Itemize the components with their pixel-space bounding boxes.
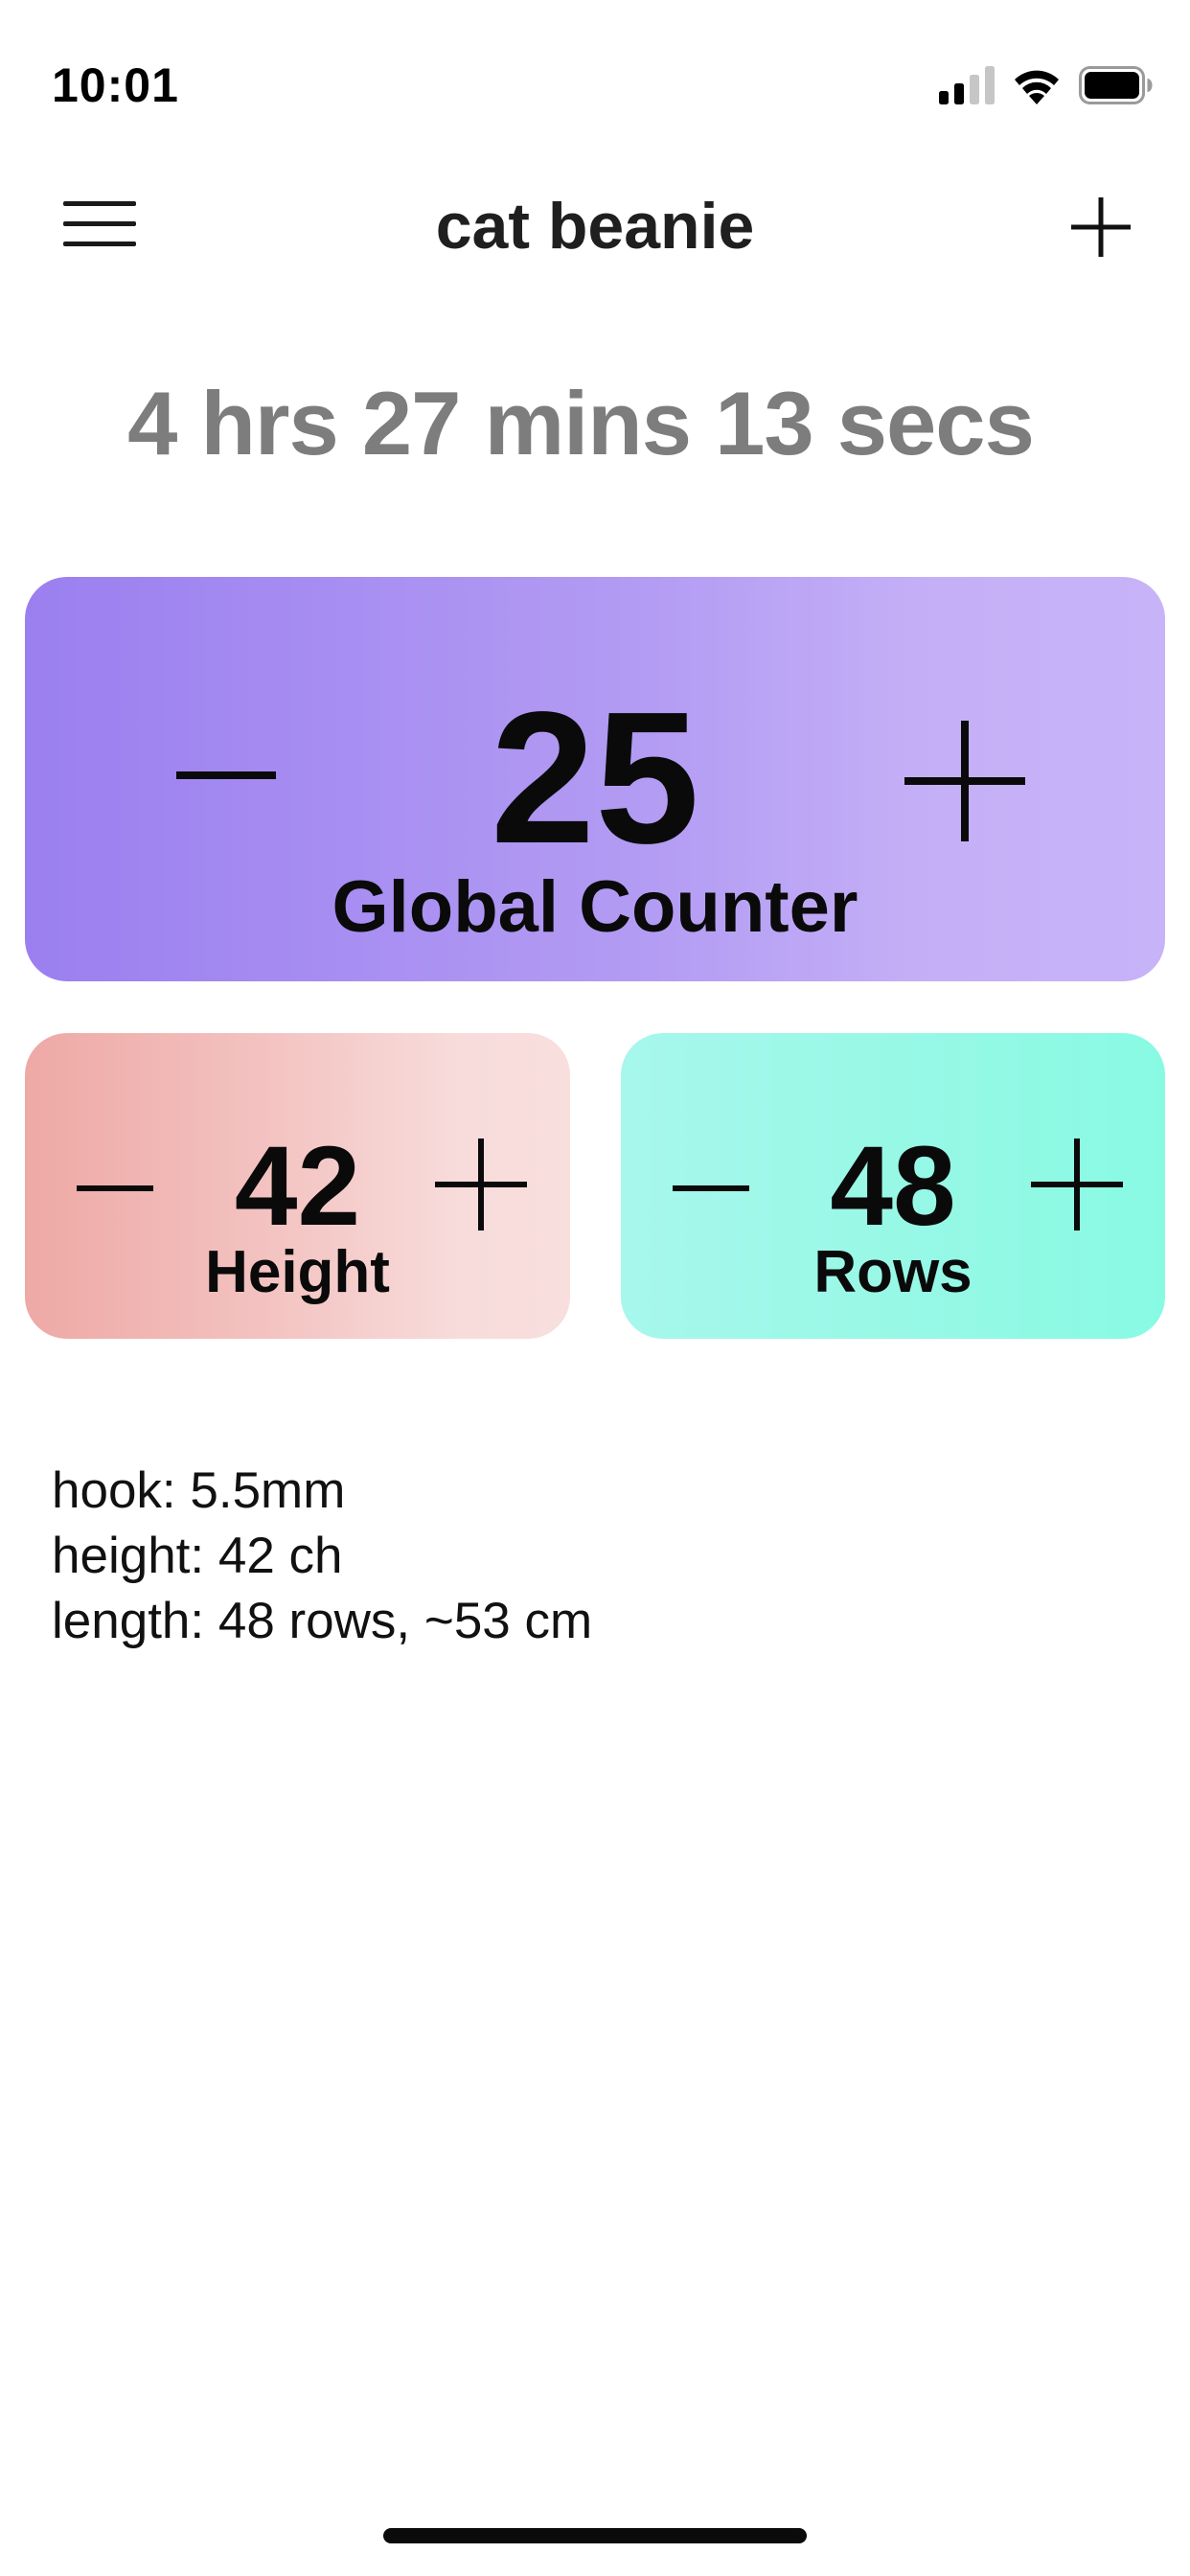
cellular-signal-icon [939, 66, 995, 104]
rows-counter-label: Rows [813, 1239, 973, 1305]
height-increment-button[interactable] [435, 1138, 527, 1230]
elapsed-timer: 4 hrs 27 mins 13 secs [127, 373, 1035, 473]
global-counter-card: 25 Global Counter [25, 577, 1165, 981]
battery-icon [1079, 66, 1153, 104]
project-notes[interactable]: hook: 5.5mm height: 42 ch length: 48 row… [52, 1459, 592, 1654]
rows-increment-button[interactable] [1031, 1138, 1123, 1230]
global-increment-button[interactable] [904, 721, 1025, 841]
notes-line: hook: 5.5mm [52, 1462, 346, 1519]
plus-icon [1031, 1138, 1123, 1230]
height-counter-card: 42 Height [25, 1033, 570, 1339]
rows-counter-card: 48 Rows [621, 1033, 1165, 1339]
plus-icon [904, 721, 1025, 841]
status-icons [939, 61, 1154, 109]
wifi-icon [1015, 70, 1059, 104]
add-project-button[interactable] [1069, 196, 1133, 259]
plus-icon [1071, 197, 1131, 257]
height-counter-label: Height [205, 1239, 390, 1305]
home-indicator[interactable] [383, 2528, 807, 2543]
page-title: cat beanie [435, 190, 755, 263]
screen: 10:01 cat beanie 4 hrs 27 mins 13 secs 2… [0, 0, 1190, 2576]
notes-line: length: 48 rows, ~53 cm [52, 1593, 593, 1649]
plus-icon [435, 1138, 527, 1230]
status-time: 10:01 [52, 58, 179, 112]
global-counter-label: Global Counter [332, 866, 858, 948]
notes-line: height: 42 ch [52, 1528, 343, 1584]
